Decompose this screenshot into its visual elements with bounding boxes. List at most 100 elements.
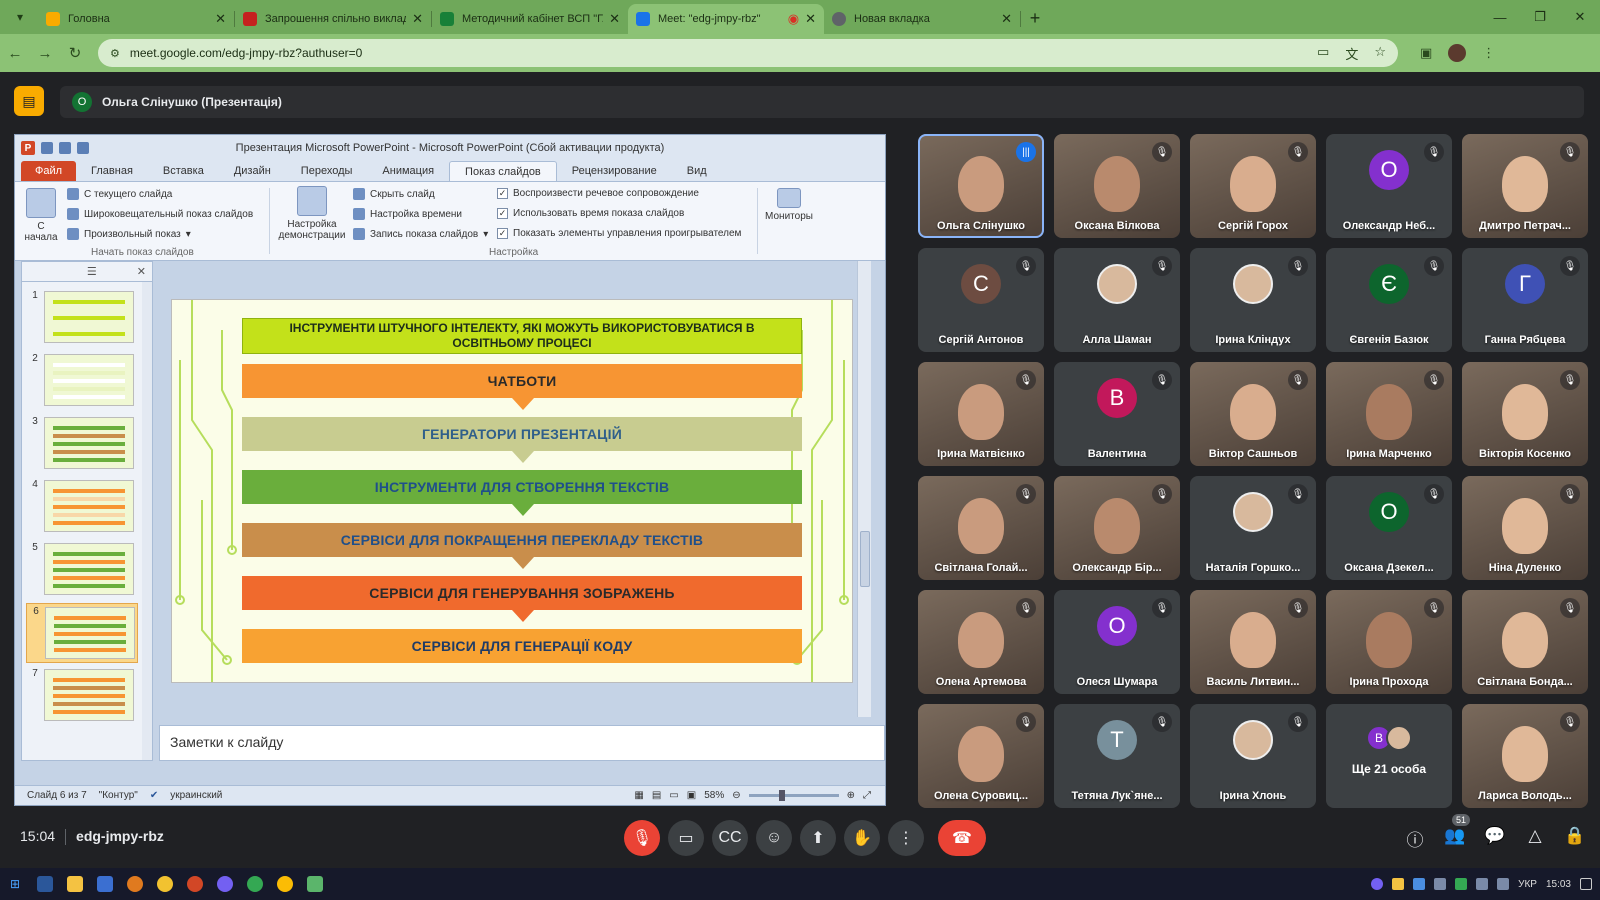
tab-transitions[interactable]: Переходы bbox=[286, 161, 368, 181]
tray-icon[interactable] bbox=[1413, 878, 1426, 890]
reading-view-icon[interactable]: ▭ bbox=[669, 790, 678, 801]
participant-tile[interactable]: 🎙︎ Дмитро Петрач... bbox=[1462, 134, 1588, 238]
file-explorer-icon[interactable] bbox=[60, 868, 90, 900]
volume-icon[interactable] bbox=[1497, 878, 1510, 890]
viber-tray-icon[interactable] bbox=[1371, 878, 1384, 890]
translate-icon[interactable]: 文 bbox=[1345, 44, 1358, 63]
close-panel-icon[interactable]: ✕ bbox=[137, 265, 146, 278]
slide-thumbnail[interactable]: 3 bbox=[26, 414, 138, 474]
participant-tile[interactable]: 🎙︎ Світлана Бонда... bbox=[1462, 590, 1588, 694]
participant-tile[interactable]: 🎙︎ Олена Артемова bbox=[918, 590, 1044, 694]
activities-icon[interactable]: △ bbox=[1524, 826, 1546, 851]
bookmark-star-icon[interactable]: ☆ bbox=[1374, 44, 1386, 63]
show-media-controls-checkbox[interactable]: ✓ Показать элементы управления проигрыват… bbox=[497, 228, 741, 239]
participant-tile[interactable]: 🎙︎ Ірина Марченко bbox=[1326, 362, 1452, 466]
taskbar-app-icon[interactable] bbox=[300, 868, 330, 900]
close-tab-icon[interactable]: ✕ bbox=[805, 11, 816, 27]
present-screen-button[interactable]: ⬆ bbox=[800, 820, 836, 856]
broadcast-button[interactable]: Широковещательный показ слайдов bbox=[67, 208, 253, 220]
from-current-slide-button[interactable]: С текущего слайда bbox=[67, 188, 172, 200]
taskbar-app-icon[interactable] bbox=[90, 868, 120, 900]
participant-tile[interactable]: 🎙︎ Наталія Горшко... bbox=[1190, 476, 1316, 580]
close-tab-icon[interactable]: ✕ bbox=[1001, 11, 1012, 27]
slide-thumbnail[interactable]: 6 bbox=[26, 603, 138, 663]
participant-tile[interactable]: О 🎙︎ Оксана Дзекел... bbox=[1326, 476, 1452, 580]
participant-tile[interactable]: Г 🎙︎ Ганна Рябцева bbox=[1462, 248, 1588, 352]
viber-taskbar-icon[interactable] bbox=[210, 868, 240, 900]
participant-tile[interactable]: В Ще 21 особа bbox=[1326, 704, 1452, 808]
browser-tab-5[interactable]: Новая вкладка ✕ bbox=[824, 4, 1020, 34]
participant-tile[interactable]: С 🎙︎ Сергій Антонов bbox=[918, 248, 1044, 352]
close-tab-icon[interactable]: ✕ bbox=[609, 11, 620, 27]
close-window-icon[interactable]: ✕ bbox=[1560, 0, 1600, 34]
address-bar[interactable]: ⚙ meet.google.com/edg-jmpy-rbz?authuser=… bbox=[98, 39, 1398, 67]
stop-presenting-icon[interactable]: ▤ bbox=[14, 86, 44, 116]
mic-off-button[interactable]: 🎙︎ bbox=[624, 820, 660, 856]
zoom-slider[interactable] bbox=[748, 790, 839, 801]
chat-icon[interactable]: 💬 bbox=[1484, 826, 1506, 851]
keyboard-language[interactable]: УКР bbox=[1518, 879, 1537, 890]
fit-to-window-icon[interactable]: ⤢ bbox=[863, 790, 871, 801]
emoji-reaction-button[interactable]: ☺ bbox=[756, 820, 792, 856]
side-panel-icon[interactable]: ▣ bbox=[1420, 45, 1432, 61]
participant-tile[interactable]: В 🎙︎ Валентина bbox=[1054, 362, 1180, 466]
taskbar-app-icon[interactable] bbox=[30, 868, 60, 900]
scrollbar-thumb[interactable] bbox=[860, 531, 870, 587]
participant-tile[interactable]: 🎙︎ Вікторія Косенко bbox=[1462, 362, 1588, 466]
participant-tile[interactable]: Є 🎙︎ Євгенія Базюк bbox=[1326, 248, 1452, 352]
tab-animations[interactable]: Анимация bbox=[367, 161, 449, 181]
restore-icon[interactable]: ❐ bbox=[1520, 0, 1560, 34]
thumbnails-scrollbar[interactable] bbox=[142, 282, 152, 760]
tab-view[interactable]: Вид bbox=[672, 161, 722, 181]
tray-icon[interactable] bbox=[1455, 878, 1468, 890]
tray-icon[interactable] bbox=[1434, 878, 1447, 890]
tab-insert[interactable]: Вставка bbox=[148, 161, 219, 181]
menu-kebab-icon[interactable]: ⋮ bbox=[1482, 45, 1495, 61]
raise-hand-button[interactable]: ✋ bbox=[844, 820, 880, 856]
leave-call-button[interactable]: ☎ bbox=[938, 820, 986, 856]
back-arrow-icon[interactable]: ← bbox=[0, 45, 30, 62]
forward-arrow-icon[interactable]: → bbox=[30, 45, 60, 62]
current-slide[interactable]: ІНСТРУМЕНТИ ШТУЧНОГО ІНТЕЛЕКТУ, ЯКІ МОЖУ… bbox=[171, 299, 853, 683]
slide-thumbnail[interactable]: 1 bbox=[26, 288, 138, 348]
taskbar-app-icon[interactable] bbox=[120, 868, 150, 900]
site-info-icon[interactable]: ⚙ bbox=[110, 47, 120, 60]
participant-tile[interactable]: 🎙︎ Ірина Кліндух bbox=[1190, 248, 1316, 352]
participant-tile[interactable]: 🎙︎ Ірина Матвієнко bbox=[918, 362, 1044, 466]
participant-tile[interactable]: 🎙︎ Ніна Дуленко bbox=[1462, 476, 1588, 580]
chrome-taskbar-icon[interactable] bbox=[240, 868, 270, 900]
people-icon[interactable]: 👥 51 bbox=[1444, 814, 1471, 851]
slide-thumbnail[interactable]: 7 bbox=[26, 666, 138, 726]
hide-slide-button[interactable]: Скрыть слайд bbox=[353, 188, 435, 200]
minimize-icon[interactable]: — bbox=[1480, 0, 1520, 34]
sorter-view-icon[interactable]: ▤ bbox=[652, 790, 661, 801]
zoom-in-icon[interactable]: ⊕ bbox=[847, 790, 855, 801]
close-tab-icon[interactable]: ✕ bbox=[215, 11, 226, 27]
language-indicator[interactable]: украинский bbox=[170, 790, 222, 801]
new-tab-button[interactable]: + bbox=[1021, 4, 1049, 32]
participant-tile[interactable]: 🎙︎ Лариса Володь... bbox=[1462, 704, 1588, 808]
undo-icon[interactable] bbox=[59, 142, 71, 154]
rehearse-timings-button[interactable]: Настройка времени bbox=[353, 208, 462, 220]
profile-avatar[interactable] bbox=[1448, 44, 1467, 62]
participant-tile[interactable]: 🎙︎ Олександр Бір... bbox=[1054, 476, 1180, 580]
slide-thumbnail[interactable]: 2 bbox=[26, 351, 138, 411]
close-tab-icon[interactable]: ✕ bbox=[412, 11, 423, 27]
participant-tile[interactable]: 🎙︎ Василь Литвин... bbox=[1190, 590, 1316, 694]
participant-tile[interactable]: 🎙︎ Алла Шаман bbox=[1054, 248, 1180, 352]
slideshow-view-icon[interactable]: ▣ bbox=[687, 790, 696, 801]
outline-tab-icon[interactable]: ☰ bbox=[87, 265, 97, 278]
participant-tile[interactable]: 🎙︎ Сергій Горох bbox=[1190, 134, 1316, 238]
more-options-button[interactable]: ⋮ bbox=[888, 820, 924, 856]
browser-tab-meet-active[interactable]: Meet: "edg-jmpy-rbz" ◉ ✕ bbox=[628, 4, 824, 34]
slide-thumbnail[interactable]: 5 bbox=[26, 540, 138, 600]
camera-button[interactable]: ▭ bbox=[668, 820, 704, 856]
start-windows-icon[interactable]: ⊞ bbox=[0, 868, 30, 900]
spellcheck-icon[interactable]: ✔ bbox=[150, 790, 158, 801]
play-narrations-checkbox[interactable]: ✓ Воспроизвести речевое сопровождение bbox=[497, 188, 699, 199]
notes-pane[interactable]: Заметки к слайду bbox=[159, 725, 885, 761]
tab-review[interactable]: Рецензирование bbox=[557, 161, 672, 181]
slide-scrollbar[interactable] bbox=[857, 261, 871, 717]
normal-view-icon[interactable]: ▦ bbox=[634, 790, 643, 801]
setup-show-button[interactable]: Настройка демонстрации bbox=[277, 186, 347, 241]
